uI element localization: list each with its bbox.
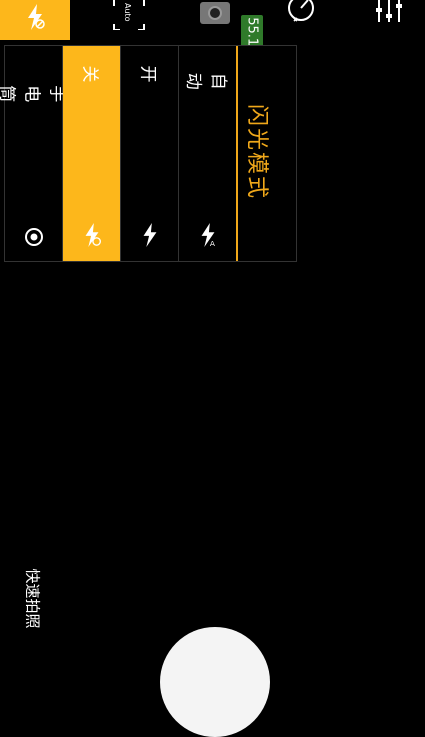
settings-button[interactable]: [372, 0, 406, 30]
flash-option-label: 手电筒: [0, 85, 66, 104]
flash-mode-panel: 手电筒 关 开 自动 A 闪光模式: [0, 45, 297, 262]
flash-option-label: 自动: [182, 72, 228, 91]
auto-focus-icon: Auto: [113, 0, 145, 31]
quick-shot-toggle[interactable]: 快速拍照: [18, 560, 48, 640]
flash-option-on[interactable]: 开: [121, 46, 179, 261]
camera-switch-button[interactable]: [196, 0, 236, 30]
radio-icon: [24, 228, 43, 246]
flash-option-label: 关: [79, 65, 99, 84]
quick-shot-label: 快速拍照: [23, 568, 42, 629]
settings-sliders-icon: [376, 0, 402, 22]
auto-focus-button[interactable]: Auto: [112, 0, 146, 31]
flash-panel-header: 闪光模式: [237, 46, 295, 261]
flash-mode-button[interactable]: [0, 0, 70, 40]
flash-panel-title: 闪光模式: [244, 104, 269, 201]
camera-toolbar: Auto 55.1K/s: [0, 0, 425, 71]
flash-option-off[interactable]: 关: [63, 46, 121, 261]
flash-off-icon: [28, 4, 45, 30]
flash-option-label: 开: [137, 65, 157, 84]
flash-option-torch[interactable]: 手电筒: [0, 46, 66, 261]
flash-option-auto[interactable]: 自动 A: [179, 46, 237, 261]
flash-auto-icon: A: [201, 223, 214, 247]
camera-switch-icon: [200, 2, 230, 24]
shutter-button[interactable]: [160, 627, 270, 737]
timer-icon: [288, 0, 314, 22]
flash-on-icon: [143, 223, 156, 247]
flash-off-icon: [85, 223, 101, 247]
svg-text:A: A: [209, 239, 214, 247]
timer-button[interactable]: [284, 0, 318, 30]
svg-text:Auto: Auto: [123, 3, 132, 22]
